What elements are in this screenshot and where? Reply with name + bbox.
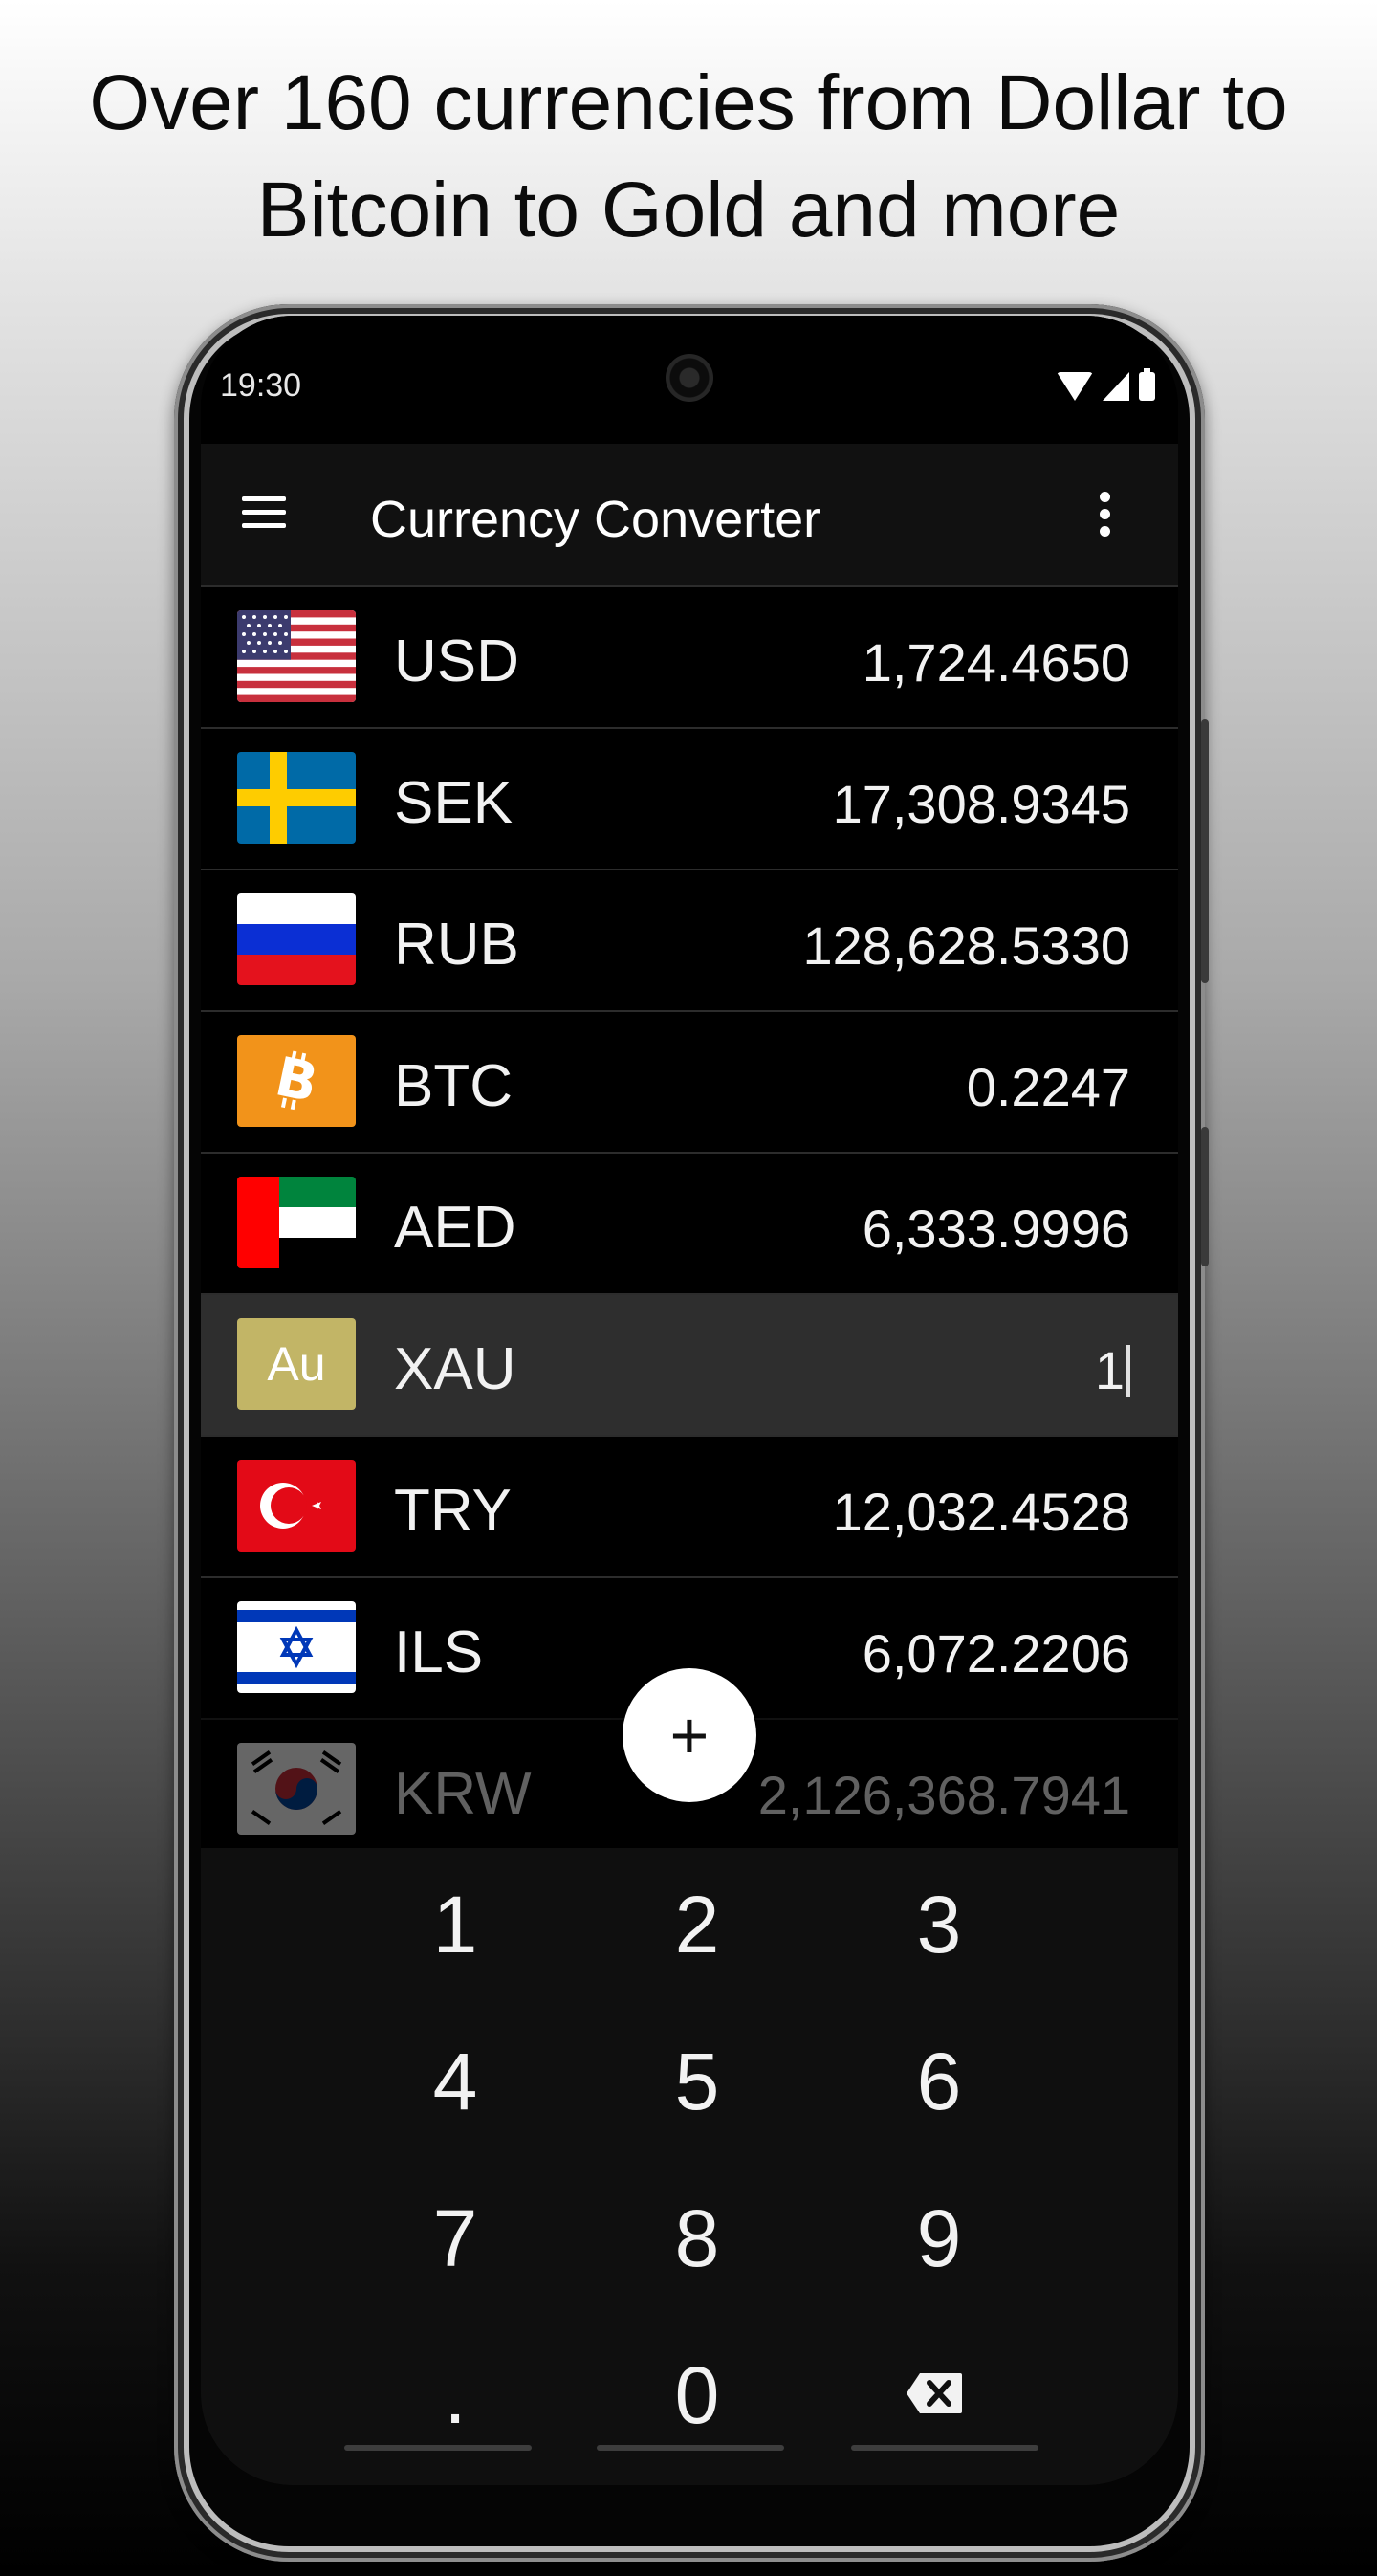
app-bar: Currency Converter [201,444,1178,585]
currency-code: RUB [394,912,519,978]
currency-row-try[interactable]: TRY 12,032.4528 [201,1435,1178,1576]
wifi-icon [1057,372,1093,401]
currency-code: ILS [394,1619,484,1685]
currency-value: 128,628.5330 [802,915,1130,976]
currency-value: 12,032.4528 [832,1482,1130,1542]
key-8[interactable]: 8 [582,2162,812,2315]
currency-value: 17,308.9345 [832,774,1130,834]
currency-list: USD 1,724.4650 SEK 17,308.9345 RUB 128,6… [201,585,1178,1848]
currency-value: 0.2247 [966,1057,1130,1117]
input-value-text: 1 [1094,1340,1125,1400]
headline-line-2: Bitcoin to Gold and more [256,166,1121,253]
gold-icon: Au [237,1318,356,1410]
currency-row-xau[interactable]: Au XAU 1 [201,1293,1178,1435]
hamburger-menu-icon[interactable] [242,496,286,529]
key-7[interactable]: 7 [340,2162,570,2315]
signal-icon [1103,372,1129,401]
gold-icon-text: Au [267,1337,326,1391]
currency-row-rub[interactable]: RUB 128,628.5330 [201,869,1178,1010]
battery-icon [1139,368,1155,401]
promo-headline: Over 160 currencies from Dollar to Bitco… [0,50,1377,264]
currency-row-aed[interactable]: AED 6,333.9996 [201,1152,1178,1293]
currency-code: TRY [394,1478,512,1544]
status-icons [1057,368,1155,404]
phone-screen: 19:30 Currency Converter USD 1,724.4650 … [201,316,1178,2485]
currency-value: 6,333.9996 [862,1199,1130,1259]
currency-value: 6,072.2206 [862,1623,1130,1684]
key-6[interactable]: 6 [824,2005,1054,2158]
currency-row-btc[interactable]: B BTC 0.2247 [201,1010,1178,1152]
key-3[interactable]: 3 [824,1848,1054,2001]
currency-code: KRW [394,1761,532,1827]
gesture-navigation-bar [201,2432,1178,2485]
currency-code: AED [394,1195,516,1261]
currency-code: XAU [394,1336,516,1402]
phone-volume-button [1201,1127,1209,1266]
russia-flag-icon [237,893,356,985]
us-flag-icon [237,610,356,702]
turkey-flag-icon [237,1460,356,1552]
key-4[interactable]: 4 [340,2005,570,2158]
currency-value: 1,724.4650 [862,632,1130,693]
south-korea-flag-icon [237,1743,356,1835]
bitcoin-icon: B [237,1035,356,1127]
key-2[interactable]: 2 [582,1848,812,2001]
key-1[interactable]: 1 [340,1848,570,2001]
currency-row-usd[interactable]: USD 1,724.4650 [201,585,1178,727]
currency-value-input[interactable]: 1 [1095,1339,1130,1401]
status-bar: 19:30 [201,316,1178,444]
currency-code: SEK [394,770,514,836]
more-vertical-icon[interactable] [1100,492,1111,538]
currency-code: USD [394,628,519,694]
plus-icon: + [669,1698,710,1772]
currency-code: BTC [394,1053,513,1119]
uae-flag-icon [237,1177,356,1268]
currency-row-sek[interactable]: SEK 17,308.9345 [201,727,1178,869]
number-keypad: 1 2 3 4 5 6 7 8 9 . 0 [201,1848,1178,2485]
camera-icon [666,354,713,402]
israel-flag-icon [237,1601,356,1693]
key-9[interactable]: 9 [824,2162,1054,2315]
sweden-flag-icon [237,752,356,844]
status-time: 19:30 [220,367,302,404]
key-5[interactable]: 5 [582,2005,812,2158]
currency-value: 2,126,368.7941 [757,1765,1130,1825]
phone-power-button [1201,719,1209,983]
app-title: Currency Converter [370,491,821,548]
add-currency-button[interactable]: + [623,1668,756,1802]
headline-line-1: Over 160 currencies from Dollar to [89,59,1288,146]
text-caret [1126,1345,1130,1397]
backspace-icon [907,2373,962,2413]
